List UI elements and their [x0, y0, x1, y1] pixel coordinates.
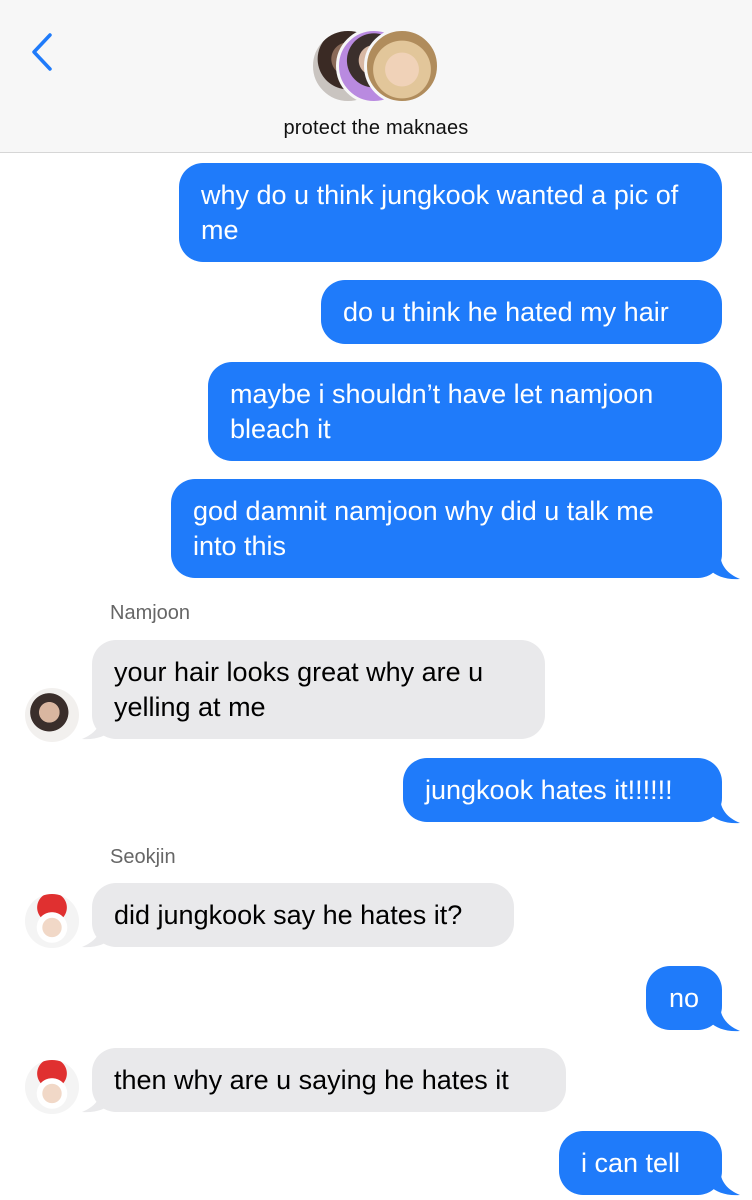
- message-text: god damnit namjoon why did u talk me int…: [193, 496, 654, 561]
- message-bubble-sent[interactable]: jungkook hates it!!!!!!: [403, 758, 722, 822]
- message-text: do u think he hated my hair: [343, 297, 669, 327]
- avatar[interactable]: [25, 894, 79, 948]
- message-bubble-sent[interactable]: do u think he hated my hair: [321, 280, 722, 344]
- avatar[interactable]: [25, 688, 79, 742]
- group-avatar: [364, 28, 440, 104]
- avatar[interactable]: [25, 1060, 79, 1114]
- bubble-tail: [710, 1168, 740, 1196]
- sender-name: Seokjin: [110, 846, 176, 868]
- message-bubble-sent[interactable]: maybe i shouldn’t have let namjoon bleac…: [208, 362, 722, 461]
- bubble-tail: [710, 796, 740, 824]
- message-text: maybe i shouldn’t have let namjoon bleac…: [230, 379, 654, 444]
- message-text: no: [668, 983, 700, 1013]
- bubble-tail: [82, 1085, 112, 1113]
- bubble-tail: [82, 920, 112, 948]
- message-text: why do u think jungkook wanted a pic of …: [201, 180, 679, 245]
- bubble-tail: [82, 712, 112, 740]
- bubble-tail: [710, 1004, 740, 1032]
- message-bubble-received[interactable]: then why are u saying he hates it: [92, 1048, 566, 1112]
- message-text: your hair looks great why are u yelling …: [114, 657, 484, 722]
- chevron-left-icon: [32, 33, 52, 71]
- message-text: jungkook hates it!!!!!!: [425, 775, 673, 805]
- conversation-header: protect the maknaes: [0, 0, 752, 153]
- message-bubble-sent[interactable]: why do u think jungkook wanted a pic of …: [179, 163, 722, 262]
- conversation-title[interactable]: protect the maknaes: [0, 117, 752, 140]
- back-button[interactable]: [22, 30, 62, 74]
- message-text: then why are u saying he hates it: [114, 1065, 509, 1095]
- message-text: i can tell: [581, 1148, 681, 1178]
- message-bubble-received[interactable]: your hair looks great why are u yelling …: [92, 640, 545, 739]
- group-avatar-stack[interactable]: [310, 28, 444, 106]
- message-text: did jungkook say he hates it?: [114, 900, 463, 930]
- sender-name: Namjoon: [110, 602, 191, 624]
- message-bubble-sent[interactable]: i can tell: [559, 1131, 722, 1195]
- bubble-tail: [710, 552, 740, 580]
- message-bubble-sent[interactable]: god damnit namjoon why did u talk me int…: [171, 479, 722, 578]
- message-bubble-received[interactable]: did jungkook say he hates it?: [92, 883, 514, 947]
